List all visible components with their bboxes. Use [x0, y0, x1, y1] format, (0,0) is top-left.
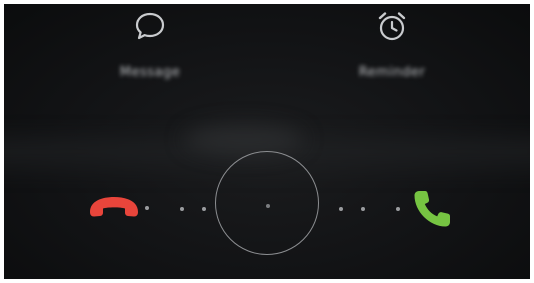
slider-center-dot — [266, 204, 270, 208]
slider-dot — [202, 207, 206, 211]
message-label: Message — [119, 65, 181, 80]
background-blur-highlight — [184, 124, 304, 154]
phone-icon — [414, 191, 450, 227]
slider-dot — [339, 207, 343, 211]
alarm-clock-icon — [378, 12, 406, 41]
reminder-label: Reminder — [358, 65, 426, 80]
slider-dot — [180, 207, 184, 211]
message-action[interactable]: Message — [90, 9, 210, 80]
answer-call-button[interactable] — [410, 187, 454, 235]
message-bubble-icon — [135, 12, 165, 40]
slider-dot — [396, 207, 400, 211]
hang-up-phone-icon — [90, 197, 138, 217]
decline-call-button[interactable] — [86, 192, 142, 226]
reminder-action[interactable]: Reminder — [332, 9, 452, 80]
swipe-slider-ring[interactable] — [215, 151, 319, 255]
slider-dot — [145, 206, 149, 210]
slider-dot — [361, 207, 365, 211]
